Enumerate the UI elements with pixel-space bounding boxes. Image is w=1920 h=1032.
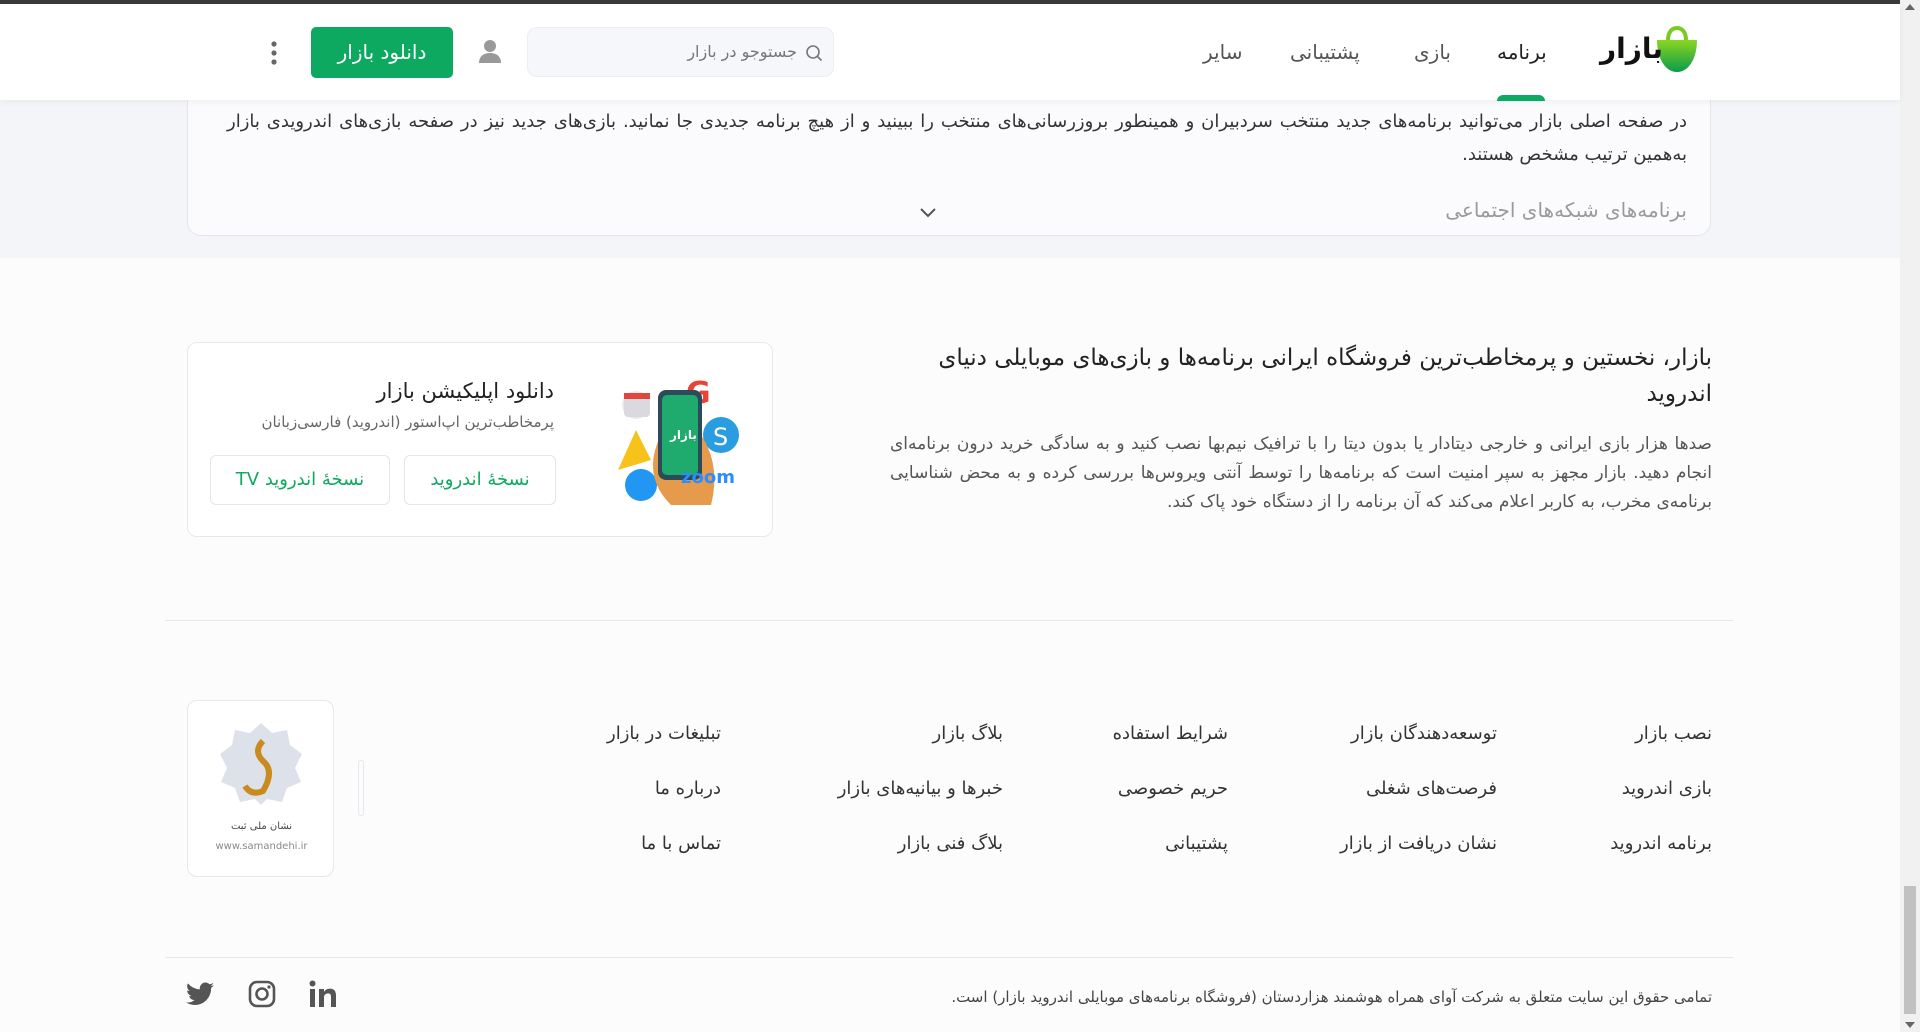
copyright-text: تمامی حقوق این سایت متعلق به شرکت آوای ه…	[951, 988, 1712, 1006]
footer-link[interactable]: شرایط استفاده	[1113, 723, 1228, 744]
footer-link[interactable]: تبلیغات در بازار	[607, 723, 721, 744]
app-illustration-icon: G S بازار zoom	[618, 376, 739, 505]
twitter-icon[interactable]	[186, 982, 214, 1006]
search-icon	[806, 45, 823, 62]
footer-link[interactable]: توسعه‌دهندگان بازار	[1351, 723, 1497, 744]
footer-link[interactable]: بلاگ فنی بازار	[898, 833, 1003, 854]
user-icon[interactable]	[478, 38, 502, 64]
footer-link[interactable]: فرصت‌های شغلی	[1366, 778, 1497, 799]
scroll-down-arrow-icon[interactable]	[1905, 1022, 1915, 1028]
seal-scrollbar[interactable]	[358, 760, 364, 816]
phone-logo: بازار	[669, 428, 697, 442]
android-version-button[interactable]: نسخهٔ اندروید	[404, 455, 556, 505]
download-app-card: G S بازار zoom دانلود اپلیکیشن بازار پرم…	[187, 342, 773, 537]
footer-link[interactable]: برنامه اندروید	[1610, 833, 1712, 854]
bottom-divider	[165, 957, 1733, 958]
app-card-subtitle: پرمخاطب‌ترین اپ‌استور (اندروید) فارسی‌زب…	[261, 413, 554, 431]
samandehi-seal-icon	[220, 723, 302, 805]
seal-title: نشان ملی ثبت	[230, 821, 293, 832]
logo[interactable]: بازار	[1600, 26, 1700, 74]
footer-link[interactable]: نصب بازار	[1635, 723, 1712, 744]
info-card: در صفحه اصلی بازار می‌توانید برنامه‌های …	[187, 90, 1711, 236]
android-tv-version-button[interactable]: نسخهٔ اندروید TV	[210, 455, 390, 505]
footer-link[interactable]: حریم خصوصی	[1118, 778, 1228, 799]
footer-link[interactable]: نشان دریافت از بازار	[1340, 833, 1497, 854]
seal-url: www.samandehi.ir	[215, 841, 308, 852]
scrollbar-thumb[interactable]	[1904, 886, 1916, 1014]
logo-text: بازار	[1600, 32, 1663, 65]
chevron-down-icon[interactable]	[919, 207, 937, 219]
footer-link[interactable]: بلاگ بازار	[933, 723, 1003, 744]
footer-link[interactable]: تماس با ما	[641, 833, 721, 854]
about-body: صدها هزار بازی ایرانی و خارجی دیتادار یا…	[890, 434, 1712, 512]
nav-apps[interactable]: برنامه	[1497, 40, 1547, 64]
download-bazaar-button[interactable]: دانلود بازار	[311, 27, 453, 78]
footer-link[interactable]: خبرها و بیانیه‌های بازار	[838, 778, 1003, 799]
app-card-title: دانلود اپلیکیشن بازار	[376, 379, 554, 403]
more-vertical-icon[interactable]	[270, 41, 278, 67]
footer-divider	[165, 620, 1733, 621]
linkedin-icon[interactable]	[309, 980, 337, 1008]
nav-support[interactable]: پشتیبانی	[1290, 40, 1360, 64]
samandehi-seal[interactable]: نشان ملی ثبت www.samandehi.ir	[187, 700, 334, 877]
about-section: بازار، نخستین و پرمخاطب‌ترین فروشگاه ایر…	[890, 340, 1712, 517]
scroll-up-arrow-icon[interactable]	[1905, 4, 1915, 10]
footer-link[interactable]: پشتیبانی	[1165, 833, 1228, 854]
search-placeholder: جستوجو در بازار	[687, 42, 797, 61]
footer-link[interactable]: بازی اندروید	[1622, 778, 1712, 799]
instagram-icon[interactable]	[248, 980, 276, 1008]
footer-link[interactable]: درباره ما	[655, 778, 721, 799]
page-scrollbar[interactable]	[1900, 0, 1920, 1032]
search-input[interactable]: جستوجو در بازار	[527, 27, 834, 77]
active-tab-indicator	[1497, 95, 1545, 101]
about-title: بازار، نخستین و پرمخاطب‌ترین فروشگاه ایر…	[938, 345, 1712, 407]
svg-text:zoom: zoom	[681, 467, 735, 488]
faded-heading: برنامه‌های شبکه‌های اجتماعی	[1445, 198, 1687, 222]
nav-other[interactable]: سایر	[1203, 40, 1242, 64]
info-paragraph: در صفحه اصلی بازار می‌توانید برنامه‌های …	[227, 111, 1687, 165]
svg-text:S: S	[713, 423, 728, 451]
header: بازار برنامه بازی پشتیبانی سایر جستوجو د…	[0, 4, 1900, 101]
nav-games[interactable]: بازی	[1414, 40, 1451, 64]
